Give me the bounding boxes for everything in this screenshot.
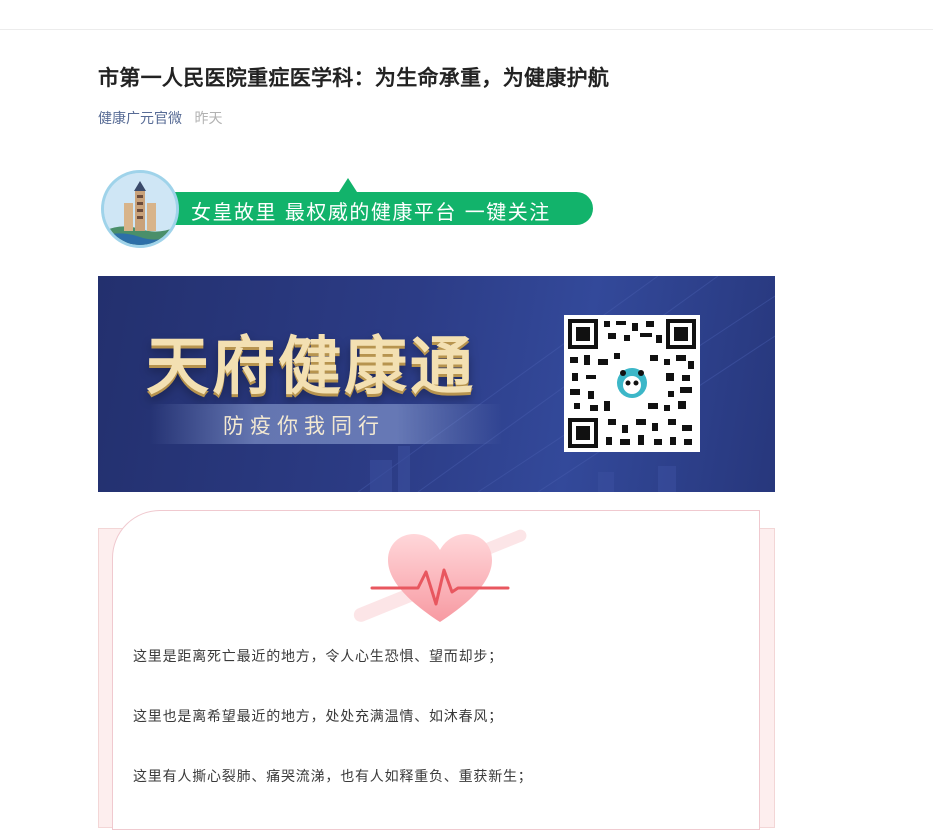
paragraph: 这里也是离希望最近的地方，处处充满温情、如沐春风；: [133, 709, 503, 725]
author-link[interactable]: 健康广元官微: [98, 111, 182, 127]
pointer-notch: [339, 178, 357, 192]
follow-text[interactable]: 女皇故里 最权威的健康平台 一键关注: [191, 196, 551, 225]
publish-date: 昨天: [194, 111, 223, 127]
heart-pulse-icon: [353, 529, 527, 622]
paragraph: 这里是距离死亡最近的地方，令人心生恐惧、望而却步；: [133, 649, 503, 665]
banner-subtitle: 防疫你我同行: [223, 414, 385, 438]
qr-pattern: [564, 315, 700, 452]
article-meta: 健康广元官微 昨天: [98, 108, 222, 128]
page-title: 市第一人民医院重症医学科：为生命承重，为健康护航: [98, 66, 610, 90]
account-avatar: [101, 170, 179, 248]
promo-banner[interactable]: 天府健康通 防疫你我同行: [98, 276, 775, 492]
banner-title: 天府健康通: [146, 330, 476, 403]
follow-banner[interactable]: 女皇故里 最权威的健康平台 一键关注: [101, 170, 596, 250]
qr-code-icon[interactable]: [564, 315, 700, 452]
top-bar: [0, 0, 933, 30]
paragraph: 这里有人撕心裂肺、痛哭流涕，也有人如释重负、重获新生；: [133, 769, 533, 785]
tower-logo-icon: [104, 173, 176, 245]
